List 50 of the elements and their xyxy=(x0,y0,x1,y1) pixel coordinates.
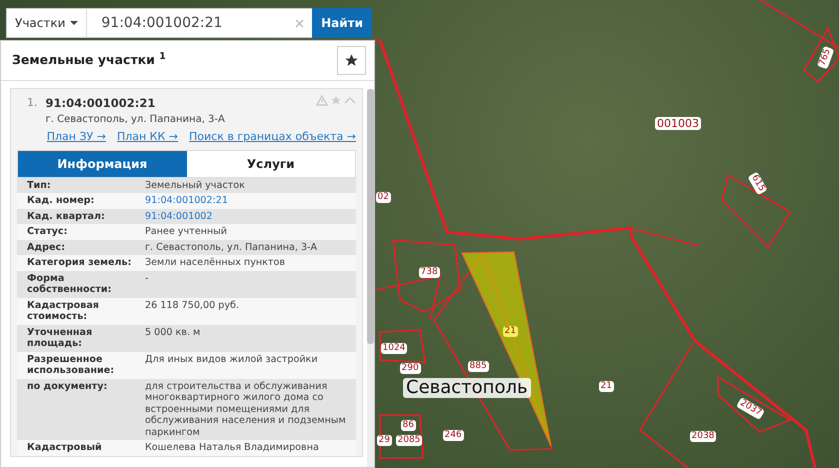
field-value: - xyxy=(144,272,148,286)
field-label: Уточненная площадь: xyxy=(26,326,94,350)
field-label: Статус: xyxy=(26,226,68,238)
cadastral-number: 91:04:001002:21 xyxy=(46,95,156,112)
parcel-boundary[interactable] xyxy=(721,174,792,248)
link[interactable]: План КК → xyxy=(116,129,178,146)
link[interactable]: Поиск в границах объекта → xyxy=(189,129,356,146)
parcel-boundary[interactable] xyxy=(379,414,424,459)
star-icon xyxy=(344,53,359,68)
field-label: Категория земель: xyxy=(26,257,132,269)
field-value: Земельный участок xyxy=(144,180,245,192)
parcel-boundary[interactable] xyxy=(379,329,426,363)
tab[interactable]: Информация xyxy=(18,150,186,177)
parcel-boundary[interactable] xyxy=(378,40,816,468)
field-link[interactable]: 91:04:001002 xyxy=(141,210,213,222)
field-label: Кадастровый xyxy=(26,442,103,454)
field-label: по документу: xyxy=(26,380,108,394)
star-icon[interactable] xyxy=(330,95,342,106)
field-value: Ранее учтенный xyxy=(144,226,227,238)
quarter-number-label: 001003 xyxy=(655,116,701,130)
parcel-boundary[interactable] xyxy=(802,26,839,84)
field-label: Адрес: xyxy=(26,242,66,254)
tab[interactable]: Услуги xyxy=(186,150,355,177)
results-title: Земельные участки $^{1}$ xyxy=(12,51,166,70)
result-index: 1. xyxy=(26,95,38,111)
field-value: 5 000 кв. м xyxy=(144,326,200,340)
field-value: Кошелева Наталья Владимировна xyxy=(144,442,319,454)
field-value: для строительства и обслуживания многоквартирного жилого дома со встроенными помещениями для обслуживания населения и подземным паркингом xyxy=(144,380,347,438)
result-address: г. Севастополь, ул. Папанина, 3-А xyxy=(46,113,225,128)
field-label: Форма собственности: xyxy=(26,272,112,296)
parcel-boundary[interactable] xyxy=(374,274,442,320)
field-link[interactable]: 91:04:001002:21 xyxy=(141,195,228,207)
search-field[interactable]: 91:04:001002:21 xyxy=(87,8,312,38)
scrollbar[interactable] xyxy=(367,89,374,467)
field-value: 26 118 750,00 руб. xyxy=(144,300,239,313)
field-label: Кадастровая стоимость: xyxy=(26,300,100,323)
city-label: Севастополь xyxy=(403,378,531,398)
category-dropdown[interactable]: Участки xyxy=(6,8,88,38)
link[interactable]: План ЗУ → xyxy=(46,129,106,146)
field-label: Кад. номер: xyxy=(26,195,96,207)
parcel-boundary[interactable] xyxy=(717,376,792,433)
parcel-boundary[interactable] xyxy=(392,239,461,313)
field-value: г. Севастополь, ул. Папанина, 3-А xyxy=(144,242,318,254)
field-value: Земли населённых пунктов xyxy=(144,257,286,269)
field-label: Разрешенное использование: xyxy=(26,354,116,377)
find-button[interactable]: Найти xyxy=(312,8,372,38)
favorites-button[interactable] xyxy=(337,46,366,75)
field-label: Тип: xyxy=(26,180,52,192)
field-label: Кад. квартал: xyxy=(26,210,106,222)
field-value: Для иных видов жилой застройки xyxy=(144,354,318,367)
